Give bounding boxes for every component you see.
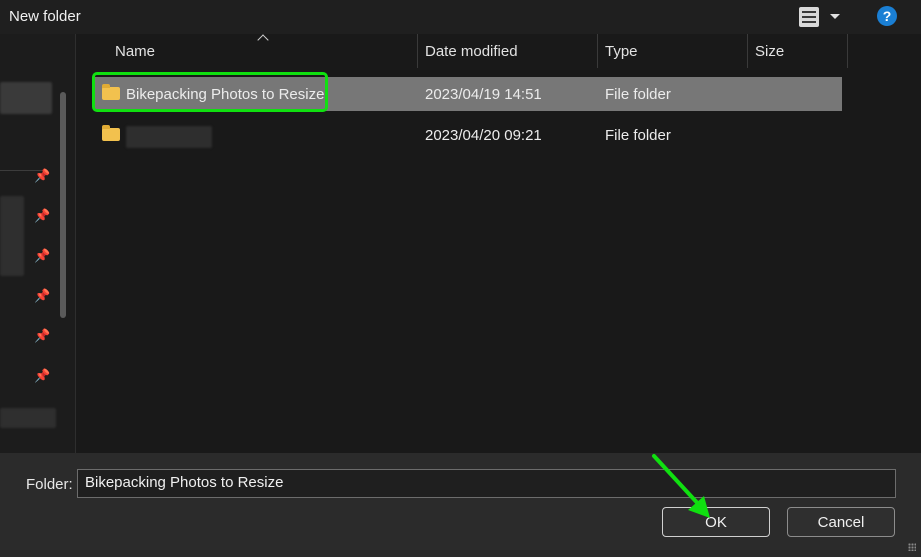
row-name-blurred: [126, 126, 212, 148]
column-separator[interactable]: [747, 34, 748, 68]
column-separator[interactable]: [417, 34, 418, 68]
nav-item-blurred[interactable]: [0, 82, 52, 114]
column-separator[interactable]: [597, 34, 598, 68]
nav-item-blurred[interactable]: [0, 408, 56, 428]
nav-scrollbar[interactable]: [60, 92, 66, 318]
cancel-button[interactable]: Cancel: [787, 507, 895, 537]
ok-button[interactable]: OK: [662, 507, 770, 537]
details-view-icon[interactable]: [799, 7, 819, 27]
column-header-date[interactable]: Date modified: [425, 34, 518, 68]
navigation-pane: 📌 📌 📌 📌 📌 📌: [0, 34, 76, 453]
pin-icon[interactable]: 📌: [34, 288, 50, 304]
nav-item-blurred[interactable]: [0, 196, 24, 276]
row-date: 2023/04/19 14:51: [425, 86, 542, 103]
pin-icon[interactable]: 📌: [34, 328, 50, 344]
folder-label: Folder:: [26, 476, 73, 493]
view-dropdown-arrow-icon[interactable]: [830, 14, 840, 19]
title-bar: New folder ?: [0, 0, 921, 34]
sort-ascending-icon: [257, 34, 269, 46]
pin-icon[interactable]: 📌: [34, 368, 50, 384]
dialog-footer: Folder: Bikepacking Photos to Resize OK …: [0, 453, 921, 557]
folder-icon: [102, 125, 120, 141]
table-row[interactable]: 2023/04/20 09:21 File folder: [94, 118, 842, 152]
column-header-type[interactable]: Type: [605, 34, 638, 68]
window-title: New folder: [9, 8, 81, 25]
column-header-name[interactable]: Name: [115, 34, 155, 68]
pin-icon[interactable]: 📌: [34, 208, 50, 224]
pin-icon[interactable]: 📌: [34, 168, 50, 184]
resize-grip-icon[interactable]: [908, 543, 916, 551]
row-type: File folder: [605, 127, 671, 144]
column-separator[interactable]: [847, 34, 848, 68]
annotation-highlight-box: [92, 72, 328, 112]
column-header-size[interactable]: Size: [755, 34, 784, 68]
pin-icon[interactable]: 📌: [34, 248, 50, 264]
row-date: 2023/04/20 09:21: [425, 127, 542, 144]
help-icon[interactable]: ?: [877, 6, 897, 26]
row-type: File folder: [605, 86, 671, 103]
folder-name-input[interactable]: Bikepacking Photos to Resize: [77, 469, 896, 498]
